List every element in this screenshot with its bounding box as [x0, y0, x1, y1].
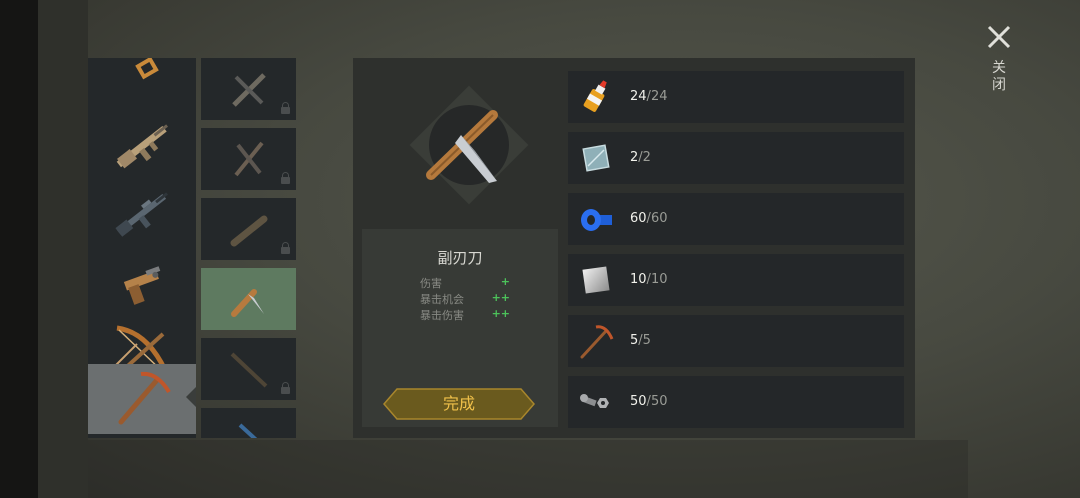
stat-row: 暴击伤害 ++ — [420, 307, 510, 323]
item-list[interactable] — [201, 58, 297, 438]
partial-weapon-icon — [135, 58, 159, 80]
category-assault-rifle[interactable] — [88, 116, 196, 178]
item-slot-3[interactable] — [201, 198, 296, 260]
stat-value: ++ — [491, 291, 510, 304]
material-count: 2/2 — [630, 150, 651, 165]
stick-icon — [230, 352, 267, 388]
done-button[interactable]: 完成 — [383, 388, 535, 420]
stat-value: ++ — [491, 307, 510, 320]
screen-left-edge — [0, 0, 38, 498]
item-name: 副刃刀 — [437, 249, 483, 267]
stat-value: + — [500, 275, 510, 288]
category-rifle[interactable] — [88, 184, 196, 246]
lock-icon — [281, 172, 290, 184]
category-partial-weapon[interactable] — [88, 58, 196, 96]
assault-rifle-icon — [116, 124, 169, 169]
lock-icon — [281, 102, 290, 114]
category-pistol[interactable] — [88, 254, 196, 316]
category-pickaxe[interactable] — [88, 364, 196, 434]
close-icon[interactable] — [984, 22, 1014, 52]
item-slot-1[interactable] — [201, 58, 296, 120]
metal-sheet-icon — [582, 266, 610, 294]
nuts-bolts-icon — [580, 394, 609, 408]
crossed-tools-icon — [233, 141, 264, 177]
lock-icon — [281, 242, 290, 254]
material-row: 60/60 — [568, 193, 904, 245]
material-row: 5/5 — [568, 315, 904, 367]
material-row: 24/24 — [568, 71, 904, 123]
crossed-tools-icon — [231, 73, 266, 107]
lock-icon — [281, 382, 290, 394]
pistol-icon — [123, 265, 161, 305]
material-count: 5/5 — [630, 333, 651, 348]
glue-icon — [583, 80, 607, 112]
material-count: 10/10 — [630, 272, 668, 287]
item-slot-2[interactable] — [201, 128, 296, 190]
pickaxe-icon — [580, 325, 614, 359]
item-preview — [409, 85, 529, 205]
blue-item-icon — [238, 423, 257, 438]
stat-row: 伤害 + — [420, 275, 510, 291]
background-bottom — [88, 440, 968, 498]
category-list[interactable] — [88, 58, 196, 438]
stat-row: 暴击机会 ++ — [420, 291, 510, 307]
material-count: 24/24 — [630, 89, 668, 104]
item-slot-4[interactable] — [201, 268, 296, 330]
stat-label: 伤害 — [420, 277, 442, 290]
tape-icon — [581, 209, 612, 231]
material-count: 50/50 — [630, 394, 668, 409]
material-row: 2/2 — [568, 132, 904, 184]
material-row: 50/50 — [568, 376, 904, 428]
material-row: 10/10 — [568, 254, 904, 306]
item-slot-6[interactable] — [201, 408, 296, 438]
close-label[interactable]: 关闭 — [989, 60, 1009, 94]
stat-label: 暴击机会 — [420, 293, 464, 306]
background-strip — [38, 0, 88, 498]
rifle-icon — [115, 192, 169, 237]
pickaxe-icon — [118, 371, 171, 425]
material-count: 60/60 — [630, 211, 668, 226]
done-button-label: 完成 — [442, 394, 475, 413]
stat-label: 暴击伤害 — [420, 309, 464, 322]
glass-icon — [582, 144, 610, 172]
club-icon — [230, 215, 267, 247]
dagger-icon — [230, 289, 264, 317]
item-slot-5[interactable] — [201, 338, 296, 400]
selection-pointer — [186, 387, 196, 407]
